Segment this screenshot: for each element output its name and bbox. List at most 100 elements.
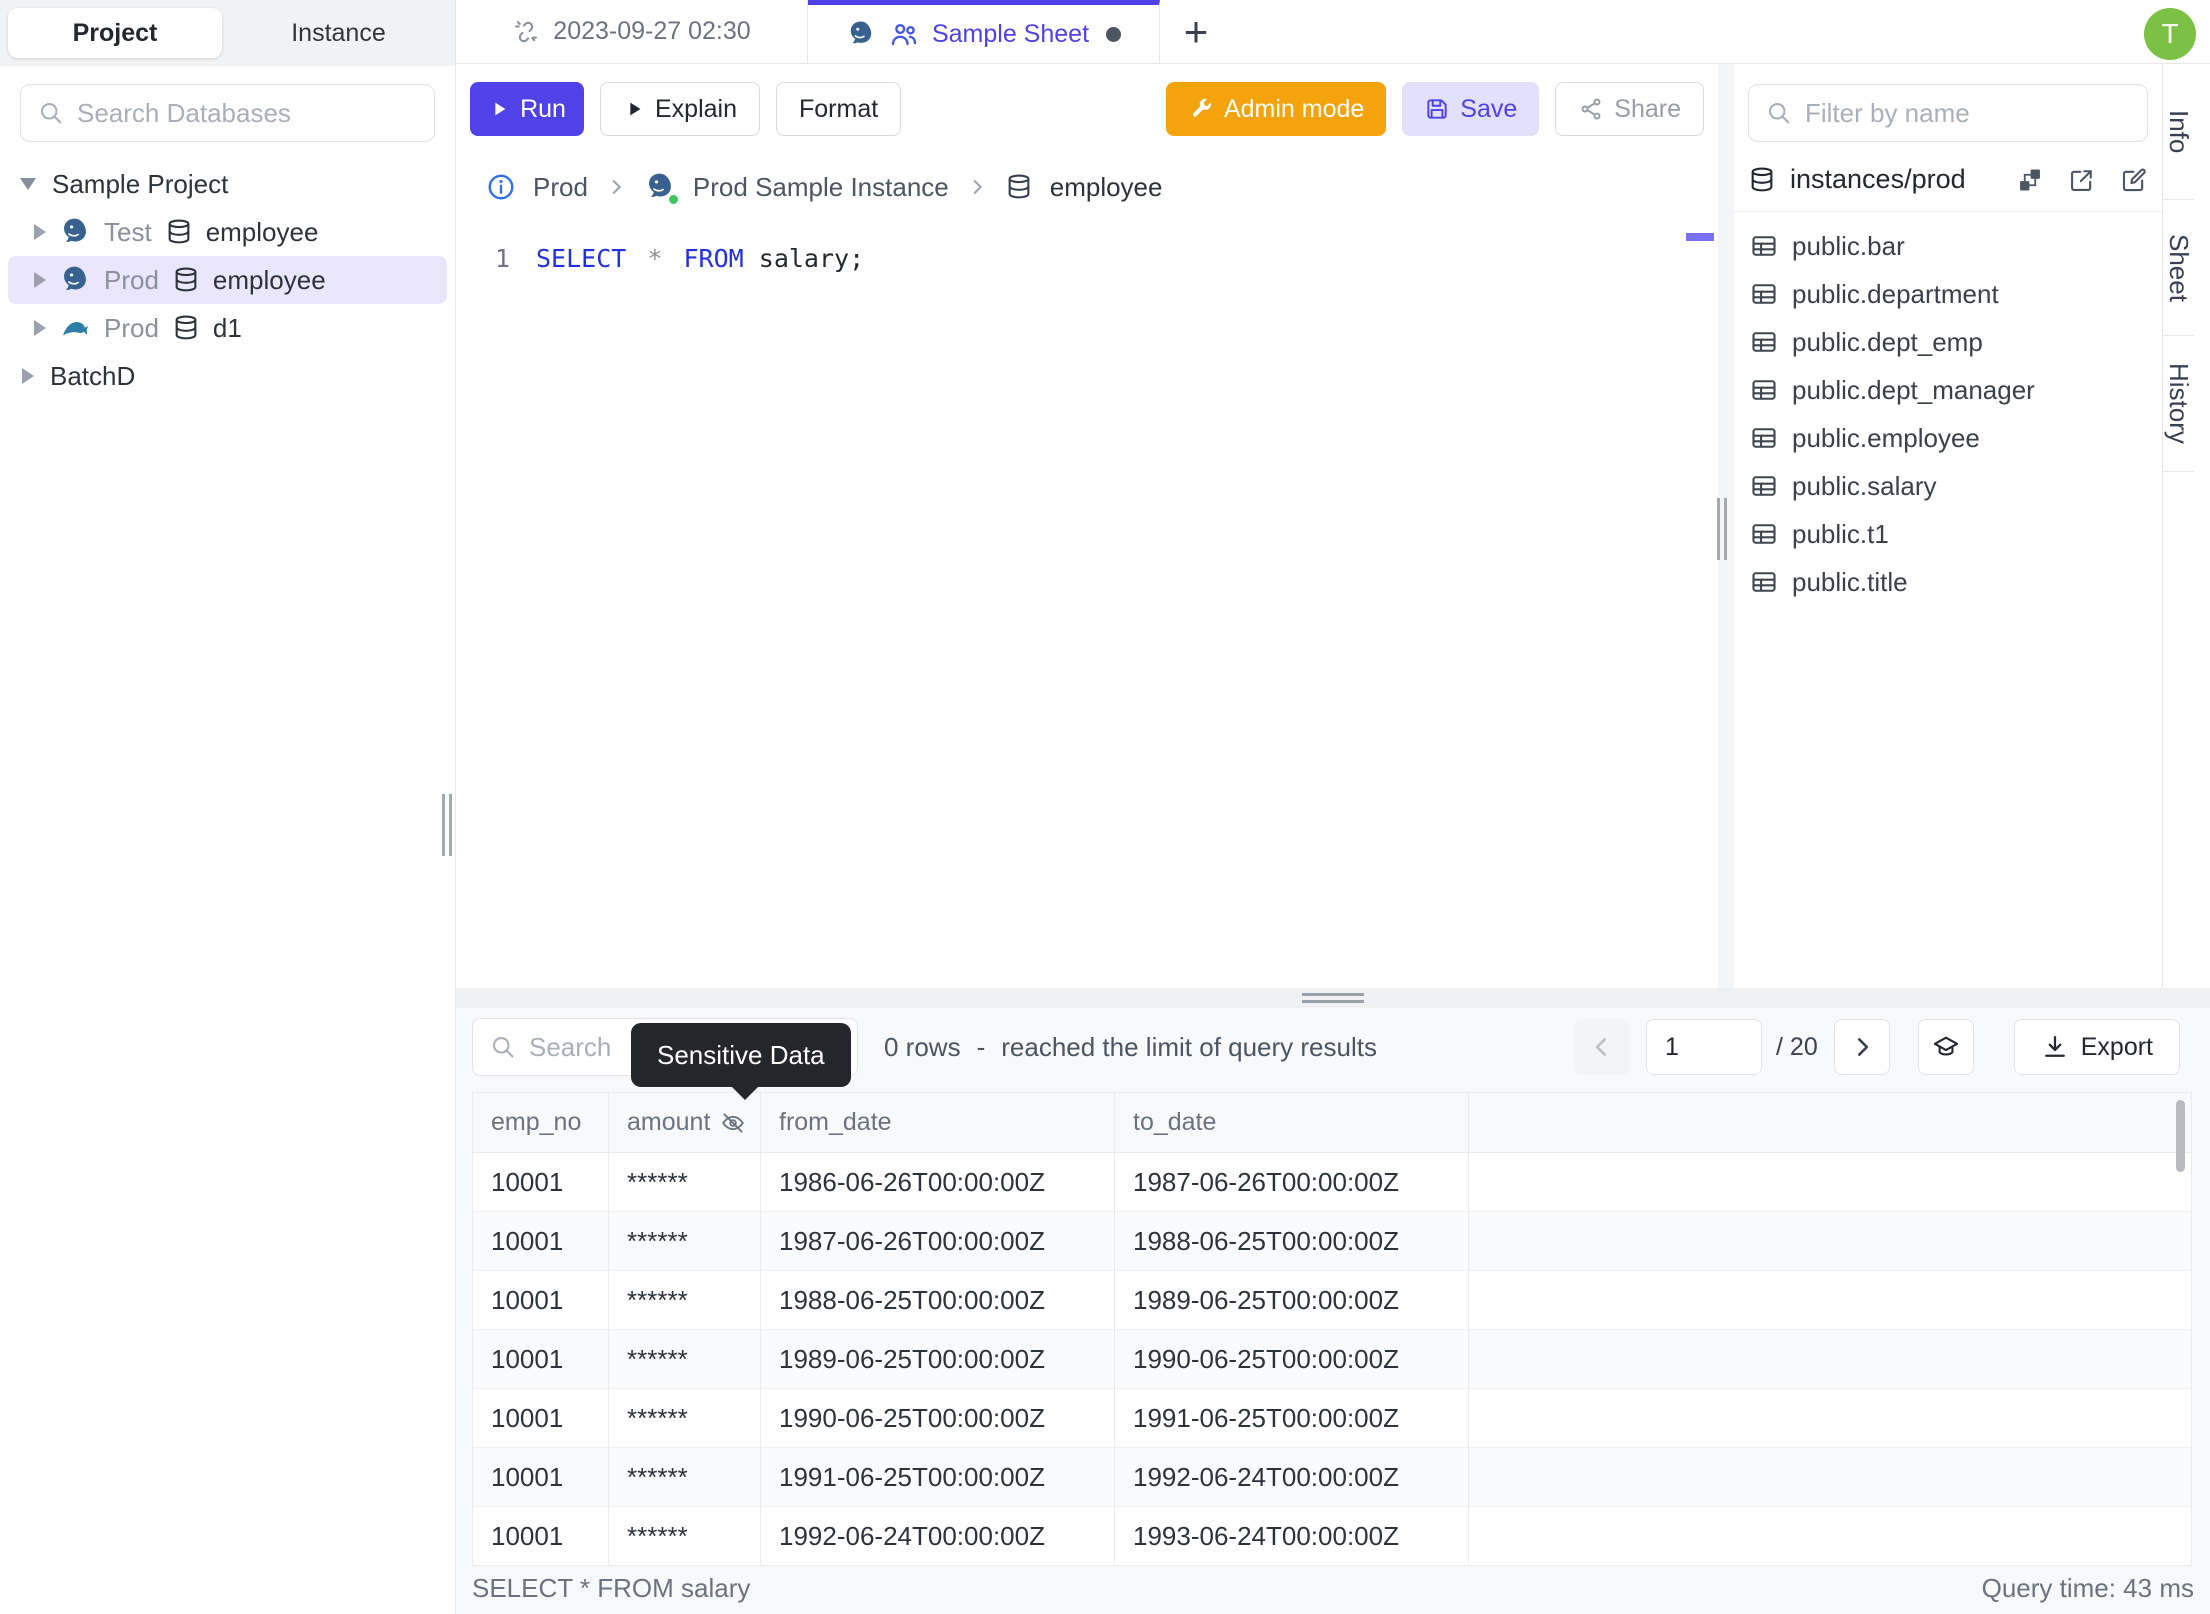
run-button[interactable]: Run	[470, 82, 584, 136]
table-item-public.employee[interactable]: public.employee	[1734, 414, 2162, 462]
results-toolbar: 0 rows - reached the limit of query resu…	[472, 1018, 2180, 1100]
table-row[interactable]: 10001 ****** 1986-06-26T00:00:00Z 1987-06-2…	[472, 1152, 2192, 1212]
table-item-public.t1[interactable]: public.t1	[1734, 510, 2162, 558]
tab-adhoc-sheet[interactable]: 2023-09-27 02:30	[456, 0, 808, 63]
table-row[interactable]: 10001 ****** 1991-06-25T00:00:00Z 1992-06-2…	[472, 1447, 2192, 1507]
table-item-public.bar[interactable]: public.bar	[1734, 222, 2162, 270]
unlink-icon	[515, 20, 538, 42]
edit-sheet-button[interactable]	[2120, 166, 2148, 194]
user-avatar[interactable]: T	[2144, 8, 2196, 60]
environment-label: Prod	[104, 312, 159, 343]
table-scrollbar-thumb[interactable]	[2176, 1100, 2185, 1172]
prev-page-button[interactable]	[1574, 1019, 1631, 1075]
caret-right-icon[interactable]	[34, 272, 46, 288]
results-resize-handle[interactable]	[1302, 993, 1364, 1007]
tab-instance[interactable]: Instance	[222, 19, 455, 48]
table-cell[interactable]: ******	[608, 1447, 761, 1507]
caret-right-icon[interactable]	[34, 320, 46, 336]
schema-sidebar: instances/prod public.bar public.departme…	[1734, 64, 2162, 988]
breadcrumb-instance[interactable]: Prod Sample Instance	[693, 172, 949, 203]
caret-down-icon[interactable]	[20, 178, 36, 190]
table-cell[interactable]: 10001	[472, 1388, 609, 1448]
table-cell[interactable]: 1989-06-25T00:00:00Z	[1114, 1270, 1469, 1330]
export-button[interactable]: Export	[2013, 1019, 2180, 1075]
tree-item-test-employee[interactable]: Test employee	[8, 208, 447, 256]
panel-tab-sheet[interactable]: Sheet	[2163, 200, 2194, 336]
column-header-emp_no[interactable]: emp_no	[472, 1092, 609, 1153]
table-cell[interactable]: 1992-06-24T00:00:00Z	[1114, 1447, 1469, 1507]
column-header-from_date[interactable]: from_date	[760, 1092, 1115, 1153]
table-cell[interactable]: 10001	[472, 1270, 609, 1330]
next-page-button[interactable]	[1833, 1019, 1890, 1075]
table-cell[interactable]: 1991-06-25T00:00:00Z	[760, 1447, 1115, 1507]
table-row[interactable]: 10001 ****** 1988-06-25T00:00:00Z 1989-06-2…	[472, 1270, 2192, 1330]
table-item-public.salary[interactable]: public.salary	[1734, 462, 2162, 510]
tree-item-prod-employee[interactable]: Prod employee	[8, 256, 447, 304]
share-button[interactable]: Share	[1555, 82, 1704, 136]
table-item-public.dept_manager[interactable]: public.dept_manager	[1734, 366, 2162, 414]
table-cell[interactable]: 1992-06-24T00:00:00Z	[760, 1506, 1115, 1566]
table-cell[interactable]: 10001	[472, 1211, 609, 1271]
tab-project[interactable]: Project	[8, 8, 222, 58]
search-databases-input[interactable]	[77, 97, 418, 129]
caret-right-icon[interactable]	[34, 224, 46, 240]
explain-button[interactable]: Explain	[600, 82, 760, 136]
table-name-label: public.dept_emp	[1792, 326, 1983, 357]
external-link-button[interactable]	[2068, 166, 2096, 194]
schema-diagram-button[interactable]	[2016, 166, 2044, 194]
table-cell[interactable]: 1986-06-26T00:00:00Z	[760, 1152, 1115, 1212]
panel-tab-history[interactable]: History	[2163, 336, 2194, 472]
breadcrumb-env[interactable]: Prod	[533, 172, 588, 203]
table-cell[interactable]: 1987-06-26T00:00:00Z	[760, 1211, 1115, 1271]
table-item-public.title[interactable]: public.title	[1734, 558, 2162, 606]
save-button[interactable]: Save	[1402, 82, 1540, 136]
table-cell[interactable]: 10001	[472, 1329, 609, 1389]
sidebar-resize-handle[interactable]	[442, 794, 452, 856]
panel-resize-handle[interactable]	[1717, 498, 1727, 560]
table-row[interactable]: 10001 ****** 1990-06-25T00:00:00Z 1991-06-2…	[472, 1388, 2192, 1448]
column-header-to_date[interactable]: to_date	[1114, 1092, 1469, 1153]
table-cell[interactable]: 1989-06-25T00:00:00Z	[760, 1329, 1115, 1389]
tree-item-batchd[interactable]: BatchD	[0, 352, 455, 400]
filter-by-name-input[interactable]	[1805, 97, 2140, 129]
admin-mode-button[interactable]: Admin mode	[1165, 82, 1387, 136]
table-cell[interactable]: ******	[608, 1211, 761, 1271]
table-cell[interactable]: 1990-06-25T00:00:00Z	[1114, 1329, 1469, 1389]
editor-scroll-indicator[interactable]	[1686, 233, 1714, 241]
format-button[interactable]: Format	[776, 82, 902, 136]
results-table-wrap: emp_no amount from_date to_date 10001 ****** 1…	[472, 1092, 2192, 1566]
table-cell[interactable]: ******	[608, 1506, 761, 1566]
table-cell[interactable]: ******	[608, 1329, 761, 1389]
table-row[interactable]: 10001 ****** 1992-06-24T00:00:00Z 1993-06-2…	[472, 1506, 2192, 1566]
table-cell[interactable]: 1988-06-25T00:00:00Z	[1114, 1211, 1469, 1271]
table-cell[interactable]: 1987-06-26T00:00:00Z	[1114, 1152, 1469, 1212]
table-cell[interactable]: 10001	[472, 1506, 609, 1566]
tree-item-sample-project[interactable]: Sample Project	[0, 160, 455, 208]
table-row[interactable]: 10001 ****** 1989-06-25T00:00:00Z 1990-06-2…	[472, 1329, 2192, 1389]
table-cell[interactable]: 10001	[472, 1152, 609, 1212]
new-sheet-button[interactable]: +	[1160, 0, 1232, 63]
tree-item-prod-d1[interactable]: Prod d1	[8, 304, 447, 352]
caret-right-icon[interactable]	[22, 368, 34, 384]
table-item-public.dept_emp[interactable]: public.dept_emp	[1734, 318, 2162, 366]
breadcrumb-database[interactable]: employee	[1050, 172, 1163, 203]
table-row[interactable]: 10001 ****** 1987-06-26T00:00:00Z 1988-06-2…	[472, 1211, 2192, 1271]
table-cell[interactable]: 1988-06-25T00:00:00Z	[760, 1270, 1115, 1330]
page-number-input[interactable]	[1646, 1019, 1763, 1075]
table-icon	[1752, 284, 1776, 304]
info-icon[interactable]	[486, 172, 516, 202]
table-cell[interactable]: 10001	[472, 1447, 609, 1507]
table-cell[interactable]: 1991-06-25T00:00:00Z	[1114, 1388, 1469, 1448]
table-cell[interactable]: 1990-06-25T00:00:00Z	[760, 1388, 1115, 1448]
panel-tab-info[interactable]: Info	[2163, 64, 2194, 200]
table-cell[interactable]: ******	[608, 1388, 761, 1448]
table-cell[interactable]: 1993-06-24T00:00:00Z	[1114, 1506, 1469, 1566]
table-item-public.department[interactable]: public.department	[1734, 270, 2162, 318]
table-cell[interactable]: ******	[608, 1270, 761, 1330]
table-cell[interactable]: ******	[608, 1152, 761, 1212]
tab-sample-sheet[interactable]: Sample Sheet	[808, 0, 1160, 63]
sql-editor[interactable]: 1 SELECT * FROM salary;	[456, 228, 1718, 988]
data-masking-button[interactable]	[1917, 1019, 1974, 1075]
explain-label: Explain	[655, 94, 737, 123]
run-label: Run	[520, 94, 566, 123]
